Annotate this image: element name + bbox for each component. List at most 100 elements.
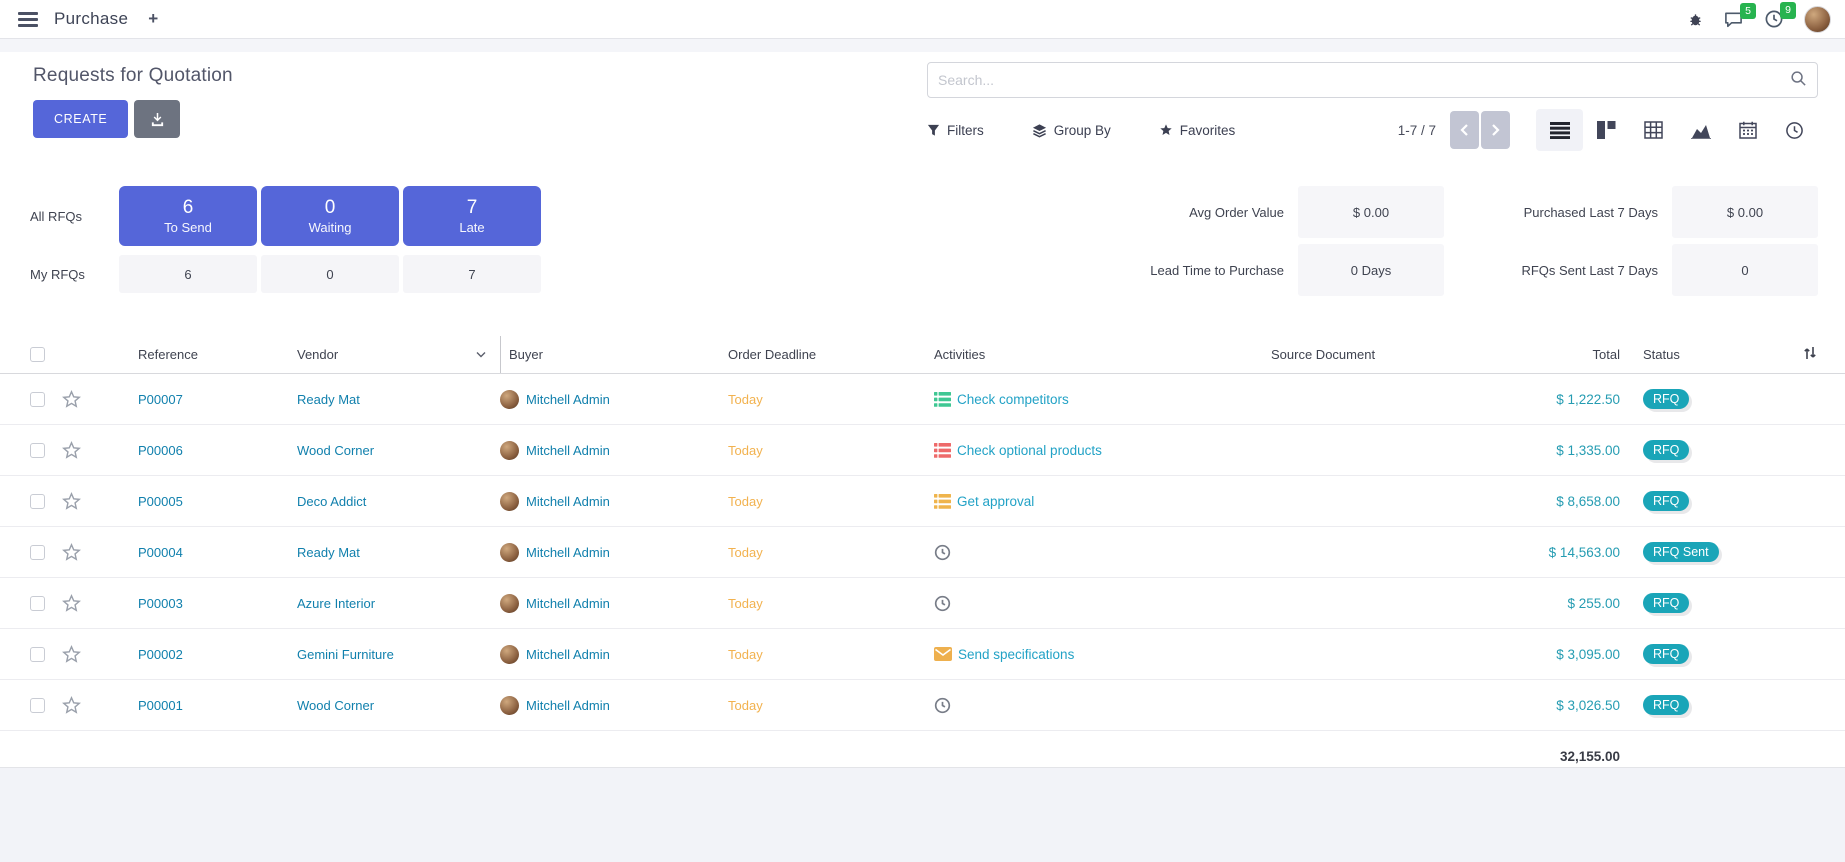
order-deadline-cell[interactable]: Today xyxy=(728,443,934,458)
my-waiting-cell[interactable]: 0 xyxy=(261,255,399,293)
total-cell[interactable]: $ 1,335.00 xyxy=(1500,443,1625,458)
graph-view-button[interactable] xyxy=(1677,109,1724,151)
schedule-activity-clock-icon[interactable] xyxy=(934,544,951,561)
order-deadline-cell[interactable]: Today xyxy=(728,647,934,662)
favorite-star-icon[interactable] xyxy=(62,441,108,460)
total-cell[interactable]: $ 3,026.50 xyxy=(1500,698,1625,713)
activity-label[interactable]: Get approval xyxy=(957,494,1034,509)
table-row[interactable]: P00001 Wood Corner Mitchell Admin Today … xyxy=(0,680,1845,731)
buyer-link[interactable]: Mitchell Admin xyxy=(526,647,610,662)
waiting-card[interactable]: 0 Waiting xyxy=(261,186,399,246)
search-box[interactable] xyxy=(927,62,1818,98)
favorite-star-icon[interactable] xyxy=(62,390,108,409)
table-row[interactable]: P00003 Azure Interior Mitchell Admin Tod… xyxy=(0,578,1845,629)
header-status[interactable]: Status xyxy=(1625,347,1775,362)
activity-view-button[interactable] xyxy=(1771,109,1818,151)
table-row[interactable]: P00007 Ready Mat Mitchell Admin Today Ch… xyxy=(0,374,1845,425)
messages-icon[interactable]: 5 xyxy=(1723,10,1744,29)
header-vendor[interactable]: Vendor xyxy=(293,347,500,362)
total-cell[interactable]: $ 255.00 xyxy=(1500,596,1625,611)
vendor-link[interactable]: Azure Interior xyxy=(297,596,375,611)
buyer-link[interactable]: Mitchell Admin xyxy=(526,596,610,611)
header-order-deadline[interactable]: Order Deadline xyxy=(728,347,934,362)
new-tab-button[interactable]: + xyxy=(144,9,162,29)
schedule-activity-clock-icon[interactable] xyxy=(934,697,951,714)
favorite-star-icon[interactable] xyxy=(62,645,108,664)
table-row[interactable]: P00006 Wood Corner Mitchell Admin Today … xyxy=(0,425,1845,476)
order-deadline-cell[interactable]: Today xyxy=(728,494,934,509)
select-all-checkbox[interactable] xyxy=(30,347,45,362)
row-checkbox[interactable] xyxy=(30,698,45,713)
to-send-card[interactable]: 6 To Send xyxy=(119,186,257,246)
create-button[interactable]: CREATE xyxy=(33,100,128,138)
table-row[interactable]: P00004 Ready Mat Mitchell Admin Today $ … xyxy=(0,527,1845,578)
favorite-star-icon[interactable] xyxy=(62,492,108,511)
row-checkbox[interactable] xyxy=(30,443,45,458)
search-input[interactable] xyxy=(938,72,1790,88)
search-icon[interactable] xyxy=(1790,70,1807,90)
total-cell[interactable]: $ 8,658.00 xyxy=(1500,494,1625,509)
late-card[interactable]: 7 Late xyxy=(403,186,541,246)
order-deadline-cell[interactable]: Today xyxy=(728,596,934,611)
vendor-link[interactable]: Wood Corner xyxy=(297,443,374,458)
vendor-link[interactable]: Wood Corner xyxy=(297,698,374,713)
vendor-link[interactable]: Ready Mat xyxy=(297,545,360,560)
reference-link[interactable]: P00001 xyxy=(108,698,293,713)
buyer-link[interactable]: Mitchell Admin xyxy=(526,698,610,713)
table-row[interactable]: P00002 Gemini Furniture Mitchell Admin T… xyxy=(0,629,1845,680)
vendor-link[interactable]: Deco Addict xyxy=(297,494,366,509)
row-checkbox[interactable] xyxy=(30,596,45,611)
favorite-star-icon[interactable] xyxy=(62,594,108,613)
reference-link[interactable]: P00005 xyxy=(108,494,293,509)
activity-label[interactable]: Check optional products xyxy=(957,443,1102,458)
order-deadline-cell[interactable]: Today xyxy=(728,392,934,407)
row-checkbox[interactable] xyxy=(30,392,45,407)
activity-label[interactable]: Send specifications xyxy=(958,647,1074,662)
my-late-cell[interactable]: 7 xyxy=(403,255,541,293)
buyer-link[interactable]: Mitchell Admin xyxy=(526,392,610,407)
kanban-view-button[interactable] xyxy=(1583,109,1630,151)
group-by-button[interactable]: Group By xyxy=(1032,123,1111,138)
buyer-link[interactable]: Mitchell Admin xyxy=(526,443,610,458)
header-total[interactable]: Total xyxy=(1500,347,1625,362)
favorites-button[interactable]: Favorites xyxy=(1159,123,1236,138)
header-reference[interactable]: Reference xyxy=(108,347,293,362)
debug-bug-icon[interactable] xyxy=(1688,12,1703,27)
pager-previous-button[interactable] xyxy=(1450,111,1479,149)
pager-next-button[interactable] xyxy=(1481,111,1510,149)
app-title[interactable]: Purchase xyxy=(54,9,128,29)
user-avatar[interactable] xyxy=(1804,6,1831,33)
total-cell[interactable]: $ 3,095.00 xyxy=(1500,647,1625,662)
favorite-star-icon[interactable] xyxy=(62,543,108,562)
header-activities[interactable]: Activities xyxy=(934,347,1271,362)
reference-link[interactable]: P00003 xyxy=(108,596,293,611)
table-row[interactable]: P00005 Deco Addict Mitchell Admin Today … xyxy=(0,476,1845,527)
header-source-document[interactable]: Source Document xyxy=(1271,347,1500,362)
order-deadline-cell[interactable]: Today xyxy=(728,698,934,713)
reference-link[interactable]: P00007 xyxy=(108,392,293,407)
row-checkbox[interactable] xyxy=(30,647,45,662)
apps-menu-icon[interactable] xyxy=(18,12,38,27)
reference-link[interactable]: P00002 xyxy=(108,647,293,662)
list-view-button[interactable] xyxy=(1536,109,1583,151)
vendor-link[interactable]: Gemini Furniture xyxy=(297,647,394,662)
buyer-link[interactable]: Mitchell Admin xyxy=(526,545,610,560)
calendar-view-button[interactable] xyxy=(1724,109,1771,151)
pivot-view-button[interactable] xyxy=(1630,109,1677,151)
reference-link[interactable]: P00006 xyxy=(108,443,293,458)
optional-columns-icon[interactable] xyxy=(1802,345,1818,364)
total-cell[interactable]: $ 14,563.00 xyxy=(1500,545,1625,560)
order-deadline-cell[interactable]: Today xyxy=(728,545,934,560)
row-checkbox[interactable] xyxy=(30,494,45,509)
export-button[interactable] xyxy=(134,100,180,138)
reference-link[interactable]: P00004 xyxy=(108,545,293,560)
activity-label[interactable]: Check competitors xyxy=(957,392,1069,407)
buyer-link[interactable]: Mitchell Admin xyxy=(526,494,610,509)
filters-button[interactable]: Filters xyxy=(927,123,984,138)
my-to-send-cell[interactable]: 6 xyxy=(119,255,257,293)
favorite-star-icon[interactable] xyxy=(62,696,108,715)
schedule-activity-clock-icon[interactable] xyxy=(934,595,951,612)
header-buyer[interactable]: Buyer xyxy=(500,336,728,373)
vendor-link[interactable]: Ready Mat xyxy=(297,392,360,407)
activities-icon[interactable]: 9 xyxy=(1764,9,1784,29)
